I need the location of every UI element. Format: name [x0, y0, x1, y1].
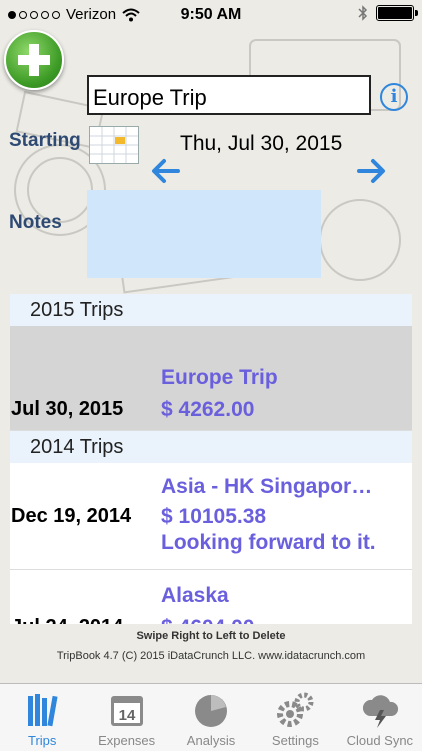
start-date-value[interactable]: Thu, Jul 30, 2015 [180, 132, 342, 156]
trip-date: Dec 19, 2014 [11, 505, 132, 527]
calendar-14-icon: 14 [110, 696, 143, 726]
add-trip-button[interactable] [4, 30, 64, 90]
previous-date-arrow-icon[interactable] [150, 158, 180, 184]
trip-row[interactable]: Asia - HK Singapor… Dec 19, 2014 $ 10105… [10, 463, 412, 570]
gears-icon [277, 692, 314, 727]
trips-list[interactable]: 2015 Trips Jul 30, 2015 Europe Trip $ 42… [10, 294, 412, 624]
section-header-2014: 2014 Trips [10, 431, 412, 463]
battery-icon [376, 5, 418, 21]
status-bar: Verizon 9:50 AM [0, 0, 422, 40]
tab-label: Settings [271, 733, 319, 748]
bluetooth-icon [358, 5, 368, 21]
tab-cloud-sync[interactable]: Cloud Sync [338, 684, 422, 751]
trip-row[interactable]: Alaska Jul 24, 2014 $ 4604.00 [10, 570, 412, 624]
tab-label: Cloud Sync [346, 733, 414, 748]
trip-title: Alaska [161, 584, 229, 607]
tab-trips[interactable]: Trips [0, 684, 84, 751]
tab-settings[interactable]: Settings [253, 684, 337, 751]
section-header-2015: 2015 Trips [10, 294, 412, 326]
tab-expenses[interactable]: 14 Expenses [84, 684, 168, 751]
trip-note: Looking forward to it. [161, 531, 376, 554]
calendar-picker-icon[interactable] [89, 126, 139, 164]
trip-row[interactable]: Jul 30, 2015 Europe Trip $ 4262.00 [10, 326, 412, 431]
calendar-day-number: 14 [118, 707, 135, 724]
plus-icon [18, 44, 50, 76]
info-icon[interactable]: i [380, 83, 408, 111]
trip-amount: $ 10105.38 [161, 505, 267, 528]
trip-title: Asia - HK Singapor… [161, 475, 373, 498]
tab-label: Trips [28, 733, 57, 748]
trip-amount: $ 4262.00 [161, 398, 255, 421]
trip-date: Jul 30, 2015 [11, 398, 124, 420]
notes-textarea[interactable] [87, 190, 321, 278]
swipe-hint: Swipe Right to Left to Delete [136, 630, 286, 642]
copyright-text: TripBook 4.7 (C) 2015 iDataCrunch LLC. w… [56, 650, 366, 662]
cloud-lightning-icon [362, 695, 398, 728]
trip-title: Europe Trip [161, 366, 278, 389]
trip-date: Jul 24, 2014 [11, 616, 123, 624]
tab-label: Expenses [98, 733, 156, 748]
starting-label: Starting [9, 130, 81, 151]
tab-analysis[interactable]: Analysis [169, 684, 253, 751]
trip-amount: $ 4604.00 [161, 616, 254, 624]
pie-chart-icon [195, 695, 228, 727]
tab-bar: Trips 14 Expenses Analysis Settings Clou… [0, 683, 422, 751]
trip-name-input[interactable]: Europe Trip [87, 75, 371, 115]
notes-label: Notes [9, 212, 62, 233]
next-date-arrow-icon[interactable] [357, 158, 387, 184]
books-icon [28, 694, 58, 727]
tab-label: Analysis [186, 733, 236, 748]
